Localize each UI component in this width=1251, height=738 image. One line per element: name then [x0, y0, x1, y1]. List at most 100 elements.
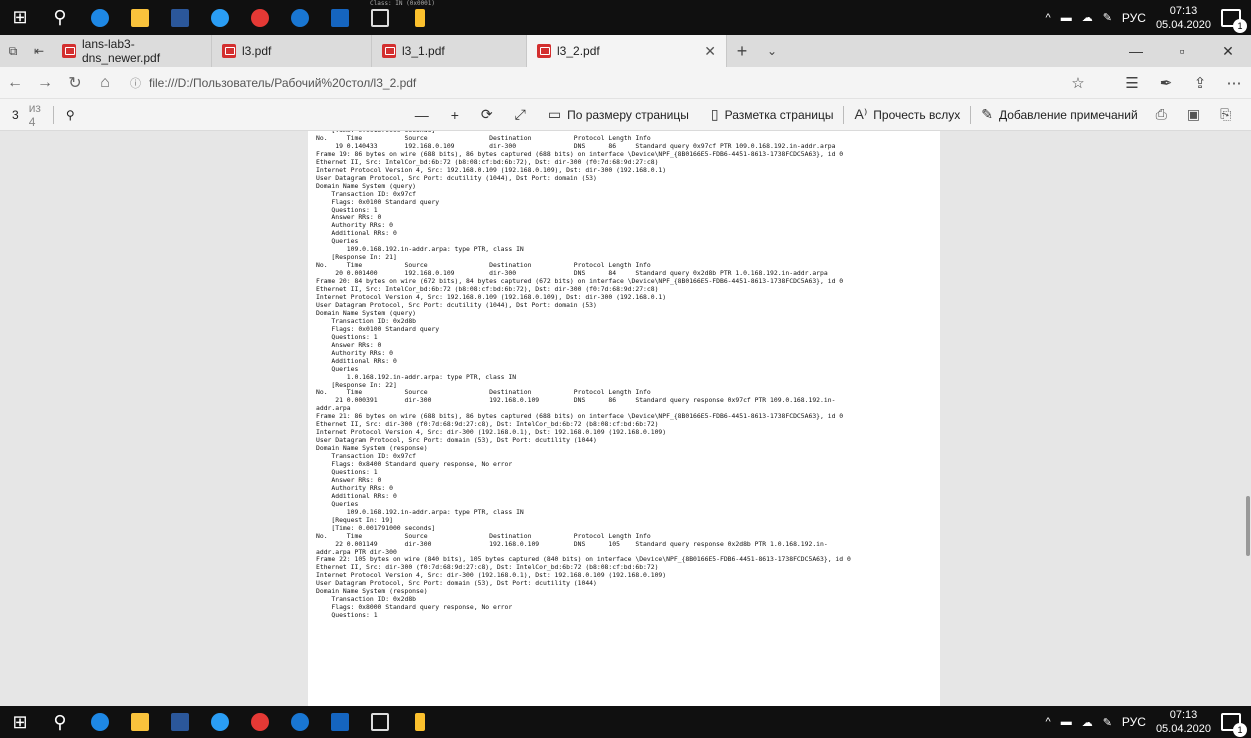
search-icon[interactable]: ⚲ — [40, 0, 80, 35]
chevron-down-icon[interactable]: ⌄ — [757, 35, 787, 67]
search-icon[interactable]: ⚲ — [40, 706, 80, 738]
app-blue-icon[interactable] — [320, 706, 360, 738]
page-total: из 4 — [28, 100, 41, 129]
notification-count: 1 — [1233, 18, 1247, 33]
pin-icon[interactable] — [400, 706, 440, 738]
close-window-button[interactable]: ✕ — [1205, 35, 1251, 67]
tablet-icon[interactable] — [360, 706, 400, 738]
home-icon[interactable]: ⌂ — [90, 74, 120, 92]
word-icon[interactable] — [160, 0, 200, 35]
tray-cloud-icon[interactable]: ☁ — [1082, 716, 1093, 729]
search-icon[interactable]: ⚲ — [66, 108, 75, 122]
top-taskbar: ⊞ ⚲ Class: IN (0x0001) ^ ▬ ☁ ✎ РУС 07:13… — [0, 0, 1251, 35]
ie-icon[interactable] — [280, 0, 320, 35]
clock[interactable]: 07:13 05.04.2020 — [1156, 4, 1211, 32]
app-icon[interactable] — [200, 0, 240, 35]
forward-icon[interactable]: → — [30, 74, 60, 92]
info-icon[interactable]: ⓘ — [130, 75, 141, 91]
language-indicator[interactable]: РУС — [1122, 11, 1146, 25]
save-icon[interactable]: ▣ — [1187, 106, 1200, 123]
start-icon[interactable]: ⊞ — [0, 706, 40, 738]
edge-icon[interactable] — [80, 0, 120, 35]
tab-l3[interactable]: l3.pdf — [212, 35, 372, 67]
clock-date: 05.04.2020 — [1155, 18, 1211, 31]
url-field[interactable]: ⓘ file:///D:/Пользователь/Рабочий%20стол… — [130, 75, 1061, 91]
back-icon[interactable]: ← — [0, 74, 30, 92]
tray-network-icon[interactable]: ▬ — [1061, 716, 1072, 728]
edge-icon[interactable] — [80, 706, 120, 738]
pen-icon: ✎ — [981, 106, 993, 122]
minimize-button[interactable]: — — [1113, 35, 1159, 67]
rotate-icon[interactable]: ⟳ — [481, 106, 493, 123]
fit-page-button[interactable]: ▭ По размеру страницы — [548, 106, 689, 123]
document-line: 22 0.001149 dir-300 192.168.0.109 DNS 10… — [316, 539, 828, 548]
tab-aside-icon[interactable]: ⇤ — [26, 35, 52, 67]
tab-label: l3.pdf — [242, 44, 272, 58]
close-tab-icon[interactable]: ✕ — [704, 43, 716, 60]
read-aloud-button[interactable]: A⁾ Прочесть вслух — [854, 106, 960, 123]
document-line: Flags: 0x8000 Standard query response, N… — [316, 603, 513, 612]
chrome-icon[interactable] — [240, 706, 280, 738]
favorite-star-icon[interactable]: ☆ — [1061, 74, 1095, 92]
tab-l3-1[interactable]: l3_1.pdf — [372, 35, 527, 67]
document-line: Flags: 0x8400 Standard query response, N… — [316, 460, 513, 469]
share-icon[interactable]: ⇪ — [1183, 74, 1217, 92]
document-line: Answer RRs: 0 — [316, 340, 382, 349]
page-number-input[interactable]: 3 — [12, 108, 19, 122]
tray-chevron-icon[interactable]: ^ — [1046, 12, 1051, 24]
document-line: Questions: 1 — [316, 611, 378, 620]
file-explorer-icon[interactable] — [120, 0, 160, 35]
browser-tab-bar: ⧉ ⇤ lans-lab3-dns_newer.pdf l3.pdf l3_1.… — [0, 35, 1251, 67]
chrome-icon[interactable] — [240, 0, 280, 35]
page-layout-label: Разметка страницы — [724, 107, 834, 122]
app-icon[interactable] — [200, 706, 240, 738]
word-icon[interactable] — [160, 706, 200, 738]
new-tab-button[interactable]: + — [727, 35, 757, 67]
clock[interactable]: 07:13 05.04.2020 — [1156, 708, 1211, 736]
document-line: 21 0.000391 dir-300 192.168.0.109 DNS 86… — [316, 396, 836, 405]
clock-date: 05.04.2020 — [1155, 723, 1211, 735]
notification-icon[interactable]: 1 — [1221, 8, 1247, 33]
page-layout-icon: ▯ — [710, 106, 719, 122]
zoom-out-icon[interactable]: — — [415, 107, 429, 123]
print-icon[interactable]: ⎙ — [1156, 106, 1167, 123]
add-notes-button[interactable]: ✎ Добавление примечаний — [981, 106, 1137, 123]
more-icon[interactable]: ⋯ — [1217, 74, 1251, 92]
pdf-icon — [222, 44, 236, 58]
document-line: 1.0.168.192.in-addr.arpa: type PTR, clas… — [316, 372, 517, 381]
address-bar: ← → ↻ ⌂ ⓘ file:///D:/Пользователь/Рабочи… — [0, 67, 1251, 99]
read-aloud-icon: A⁾ — [854, 106, 868, 122]
pdf-viewer[interactable]: [Time: 0.001579000 seconds]No. Time Sour… — [0, 131, 1251, 706]
tab-l3-2[interactable]: l3_2.pdf ✕ — [527, 35, 727, 67]
tray-pen-icon[interactable]: ✎ — [1103, 716, 1112, 729]
start-icon[interactable]: ⊞ — [0, 0, 40, 35]
fullscreen-icon[interactable]: ⤢ — [515, 106, 526, 123]
pdf-page: [Time: 0.001579000 seconds]No. Time Sour… — [308, 131, 940, 706]
tray-network-icon[interactable]: ▬ — [1061, 12, 1072, 24]
refresh-icon[interactable]: ↻ — [60, 73, 90, 93]
maximize-button[interactable]: ▫ — [1159, 35, 1205, 67]
document-line: Additional RRs: 0 — [316, 229, 397, 238]
tray-cloud-icon[interactable]: ☁ — [1082, 11, 1093, 24]
file-explorer-icon[interactable] — [120, 706, 160, 738]
notification-icon[interactable]: 1 — [1221, 713, 1247, 737]
language-indicator[interactable]: РУС — [1122, 715, 1146, 729]
system-tray: ^ ▬ ☁ ✎ РУС 07:13 05.04.2020 1 — [1046, 4, 1251, 33]
tab-lans-lab3[interactable]: lans-lab3-dns_newer.pdf — [52, 35, 212, 67]
save-as-icon[interactable]: ⎘ — [1220, 106, 1231, 123]
document-line: Authority RRs: 0 — [316, 221, 393, 230]
notes-pen-icon[interactable]: ✒ — [1149, 74, 1183, 92]
tab-label: lans-lab3-dns_newer.pdf — [82, 37, 161, 65]
ie-icon[interactable] — [280, 706, 320, 738]
clock-time: 07:13 — [1169, 709, 1198, 721]
tab-preview-icon[interactable]: ⧉ — [0, 35, 26, 67]
read-aloud-label: Прочесть вслух — [873, 107, 961, 122]
app-blue-icon[interactable] — [320, 0, 360, 35]
zoom-in-icon[interactable]: + — [451, 107, 459, 123]
scrollbar-thumb[interactable] — [1246, 496, 1250, 556]
page-layout-button[interactable]: ▯ Разметка страницы — [711, 106, 834, 123]
favorites-list-icon[interactable]: ☰ — [1115, 74, 1149, 92]
tray-pen-icon[interactable]: ✎ — [1103, 11, 1112, 24]
tray-chevron-icon[interactable]: ^ — [1046, 716, 1051, 728]
scrollbar[interactable] — [1245, 131, 1251, 706]
